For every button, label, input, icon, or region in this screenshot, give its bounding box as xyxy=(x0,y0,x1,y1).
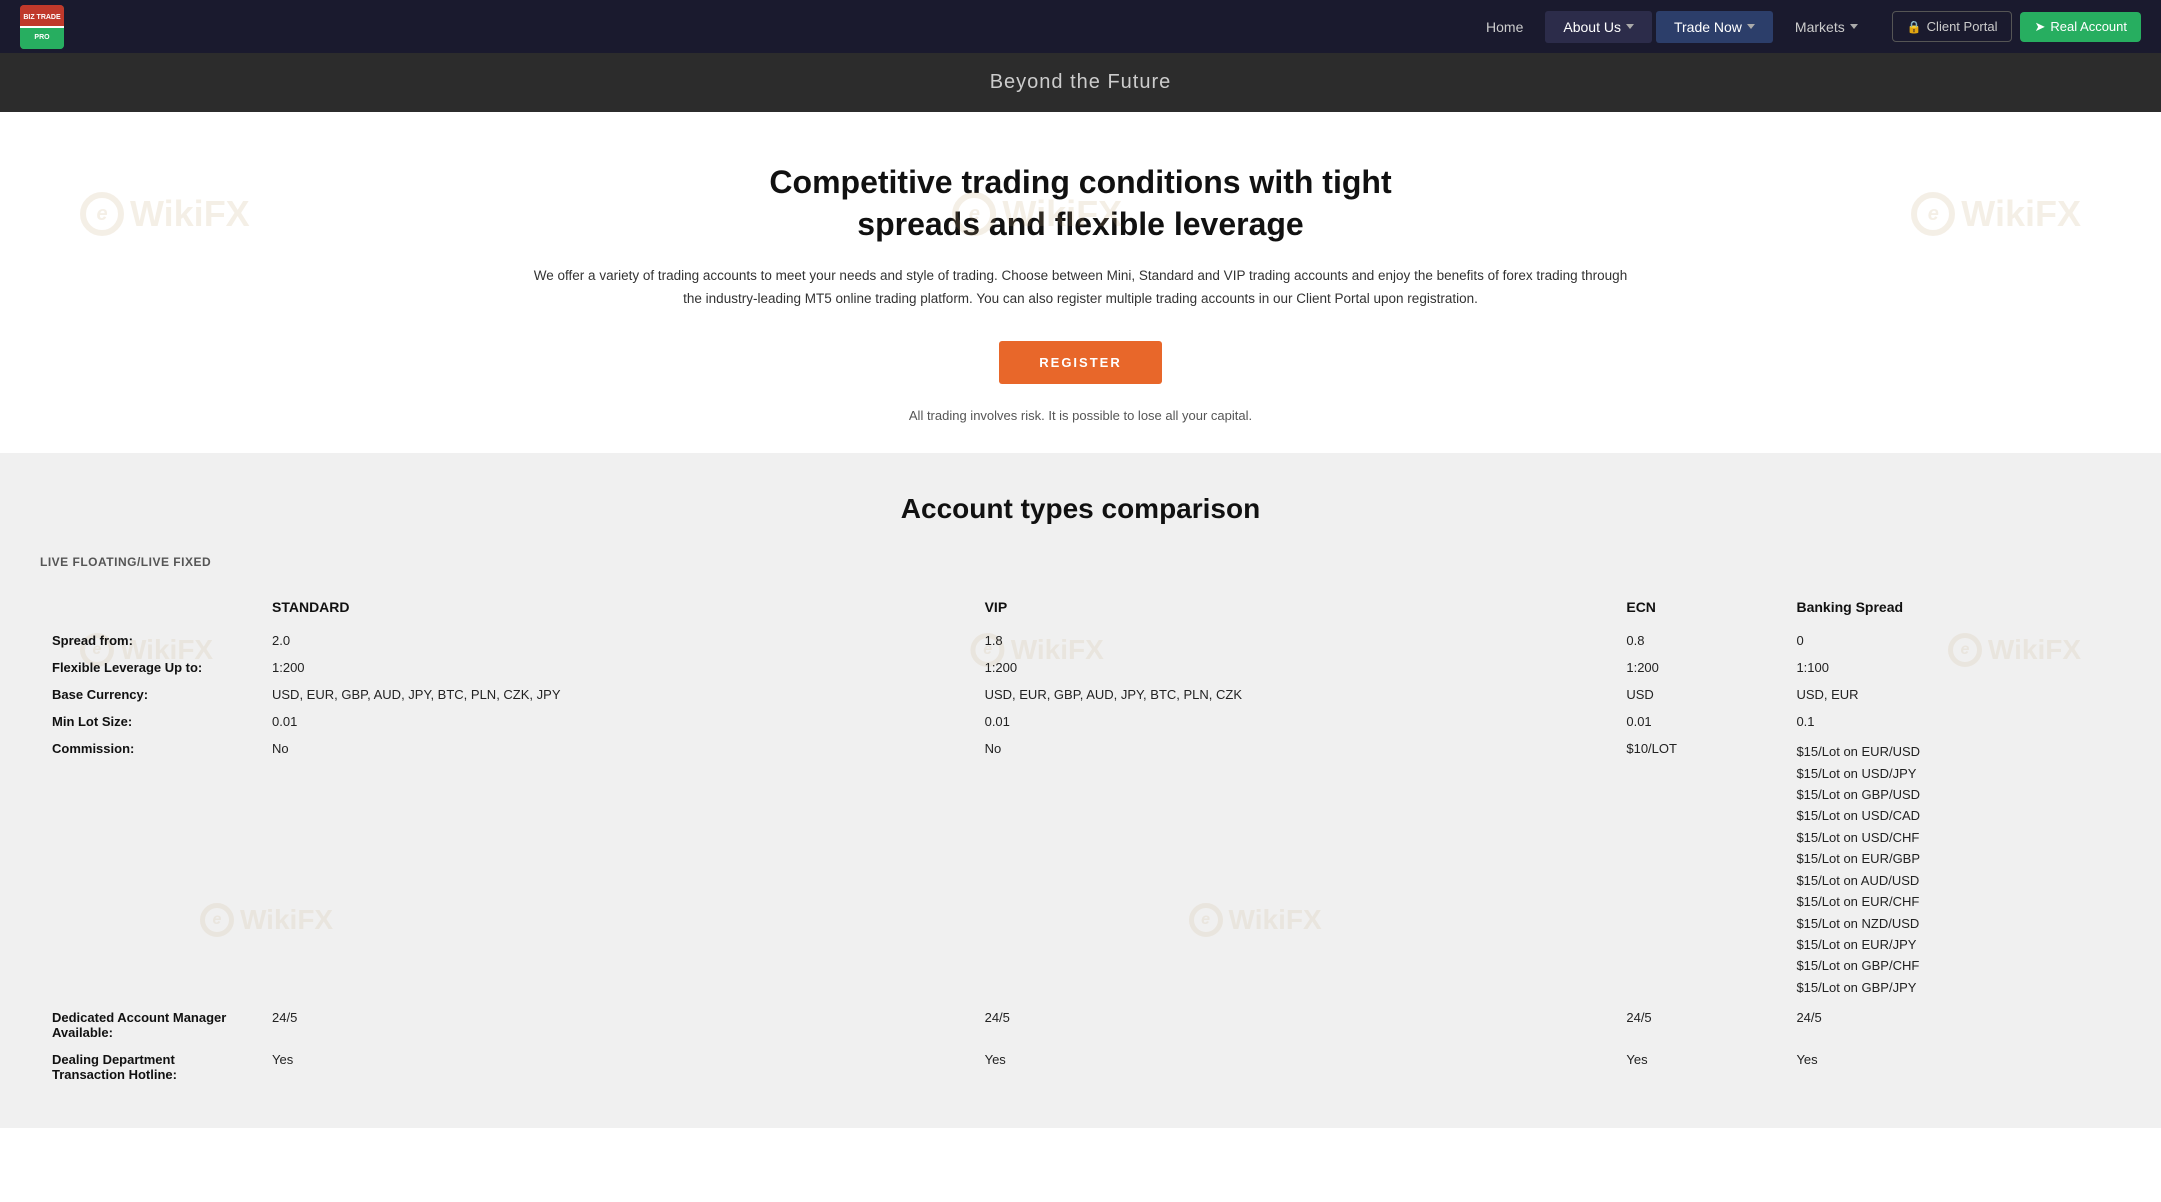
list-item: $15/Lot on USD/JPY xyxy=(1796,763,2109,784)
list-item: $15/Lot on GBP/USD xyxy=(1796,784,2109,805)
row-vip-spread: 1.8 xyxy=(973,627,1615,654)
row-banking-manager: 24/5 xyxy=(1784,1004,2121,1046)
table-row: Commission: No No $10/LOT $15/Lot on EUR… xyxy=(40,735,2121,1004)
table-row: Flexible Leverage Up to: 1:200 1:200 1:2… xyxy=(40,654,2121,681)
real-account-button[interactable]: ➤ Real Account xyxy=(2020,12,2141,42)
client-portal-button[interactable]: 🔒 Client Portal xyxy=(1892,11,2013,42)
main-heading: Competitive trading conditions with tigh… xyxy=(731,162,1431,245)
col-field-header xyxy=(40,589,260,627)
col-banking-header: Banking Spread xyxy=(1784,589,2121,627)
list-item: $15/Lot on NZD/USD xyxy=(1796,913,2109,934)
table-row: Base Currency: USD, EUR, GBP, AUD, JPY, … xyxy=(40,681,2121,708)
row-banking-spread: 0 xyxy=(1784,627,2121,654)
row-label-lot: Min Lot Size: xyxy=(40,708,260,735)
row-banking-commission: $15/Lot on EUR/USD $15/Lot on USD/JPY $1… xyxy=(1784,735,2121,1004)
comparison-section: e WikiFX e WikiFX e WikiFX e WikiFX e Wi… xyxy=(0,453,2161,1128)
list-item: $15/Lot on AUD/USD xyxy=(1796,870,2109,891)
hero-title: Beyond the Future xyxy=(20,71,2141,94)
row-ecn-lot: 0.01 xyxy=(1614,708,1784,735)
nav-about-us[interactable]: About Us xyxy=(1545,11,1652,43)
logo[interactable]: BIZ TRADE PRO xyxy=(20,5,64,49)
row-standard-currency: USD, EUR, GBP, AUD, JPY, BTC, PLN, CZK, … xyxy=(260,681,973,708)
nav-markets[interactable]: Markets xyxy=(1777,11,1876,43)
register-button[interactable]: REGISTER xyxy=(999,341,1161,384)
hero-banner: Beyond the Future xyxy=(0,53,2161,112)
chevron-down-icon xyxy=(1626,24,1634,29)
table-header-row: STANDARD VIP ECN Banking Spread xyxy=(40,589,2121,627)
table-row: Min Lot Size: 0.01 0.01 0.01 0.1 xyxy=(40,708,2121,735)
row-vip-dealing: Yes xyxy=(973,1046,1615,1088)
row-ecn-manager: 24/5 xyxy=(1614,1004,1784,1046)
comparison-table: STANDARD VIP ECN Banking Spread Spread f… xyxy=(40,589,2121,1088)
lock-icon: 🔒 xyxy=(1907,20,1922,34)
nav-trade-now[interactable]: Trade Now xyxy=(1656,11,1773,43)
comparison-table-container: LIVE FLOATING/LIVE FIXED STANDARD VIP EC… xyxy=(40,555,2121,1088)
table-row: Dedicated Account Manager Available: 24/… xyxy=(40,1004,2121,1046)
wikifx-watermark-1: e WikiFX xyxy=(80,192,250,236)
row-label-commission: Commission: xyxy=(40,735,260,1004)
row-standard-lot: 0.01 xyxy=(260,708,973,735)
row-vip-currency: USD, EUR, GBP, AUD, JPY, BTC, PLN, CZK xyxy=(973,681,1615,708)
row-vip-commission: No xyxy=(973,735,1615,1004)
svg-text:BIZ TRADE: BIZ TRADE xyxy=(23,14,61,21)
list-item: $15/Lot on EUR/GBP xyxy=(1796,848,2109,869)
list-item: $15/Lot on USD/CHF xyxy=(1796,827,2109,848)
svg-text:PRO: PRO xyxy=(34,34,50,41)
row-vip-manager: 24/5 xyxy=(973,1004,1615,1046)
list-item: $15/Lot on EUR/USD xyxy=(1796,741,2109,762)
row-standard-leverage: 1:200 xyxy=(260,654,973,681)
row-ecn-dealing: Yes xyxy=(1614,1046,1784,1088)
row-ecn-leverage: 1:200 xyxy=(1614,654,1784,681)
nav-home[interactable]: Home xyxy=(1468,11,1541,43)
row-label-dealing: Dealing Department Transaction Hotline: xyxy=(40,1046,260,1088)
row-label-leverage: Flexible Leverage Up to: xyxy=(40,654,260,681)
table-row: Spread from: 2.0 1.8 0.8 0 xyxy=(40,627,2121,654)
row-label-currency: Base Currency: xyxy=(40,681,260,708)
chevron-down-icon xyxy=(1850,24,1858,29)
row-standard-manager: 24/5 xyxy=(260,1004,973,1046)
nav-right: 🔒 Client Portal ➤ Real Account xyxy=(1892,11,2141,42)
col-vip-header: VIP xyxy=(973,589,1615,627)
comparison-title: Account types comparison xyxy=(40,493,2121,525)
row-standard-spread: 2.0 xyxy=(260,627,973,654)
list-item: $15/Lot on USD/CAD xyxy=(1796,805,2109,826)
list-item: $15/Lot on GBP/CHF xyxy=(1796,955,2109,976)
row-label-spread: Spread from: xyxy=(40,627,260,654)
list-item: $15/Lot on GBP/JPY xyxy=(1796,977,2109,998)
row-banking-leverage: 1:100 xyxy=(1784,654,2121,681)
list-item: $15/Lot on EUR/CHF xyxy=(1796,891,2109,912)
risk-warning: All trading involves risk. It is possibl… xyxy=(20,408,2141,423)
row-label-manager: Dedicated Account Manager Available: xyxy=(40,1004,260,1046)
row-banking-lot: 0.1 xyxy=(1784,708,2121,735)
nav-items: Home About Us Trade Now Markets xyxy=(1468,11,1876,43)
chevron-down-icon xyxy=(1747,24,1755,29)
main-description: We offer a variety of trading accounts t… xyxy=(531,265,1631,311)
row-ecn-spread: 0.8 xyxy=(1614,627,1784,654)
main-content: e WikiFX e WikiFX e WikiFX Competitive t… xyxy=(0,112,2161,453)
row-vip-leverage: 1:200 xyxy=(973,654,1615,681)
navigation: BIZ TRADE PRO Home About Us Trade Now Ma… xyxy=(0,0,2161,53)
row-banking-currency: USD, EUR xyxy=(1784,681,2121,708)
row-standard-dealing: Yes xyxy=(260,1046,973,1088)
row-ecn-currency: USD xyxy=(1614,681,1784,708)
section-label: LIVE FLOATING/LIVE FIXED xyxy=(40,555,2121,569)
list-item: $15/Lot on EUR/JPY xyxy=(1796,934,2109,955)
arrow-icon: ➤ xyxy=(2034,19,2045,35)
row-ecn-commission: $10/LOT xyxy=(1614,735,1784,1004)
banking-spread-list: $15/Lot on EUR/USD $15/Lot on USD/JPY $1… xyxy=(1796,741,2109,998)
col-ecn-header: ECN xyxy=(1614,589,1784,627)
wikifx-watermark-3: e WikiFX xyxy=(1911,192,2081,236)
row-vip-lot: 0.01 xyxy=(973,708,1615,735)
table-row: Dealing Department Transaction Hotline: … xyxy=(40,1046,2121,1088)
row-standard-commission: No xyxy=(260,735,973,1004)
row-banking-dealing: Yes xyxy=(1784,1046,2121,1088)
col-standard-header: STANDARD xyxy=(260,589,973,627)
